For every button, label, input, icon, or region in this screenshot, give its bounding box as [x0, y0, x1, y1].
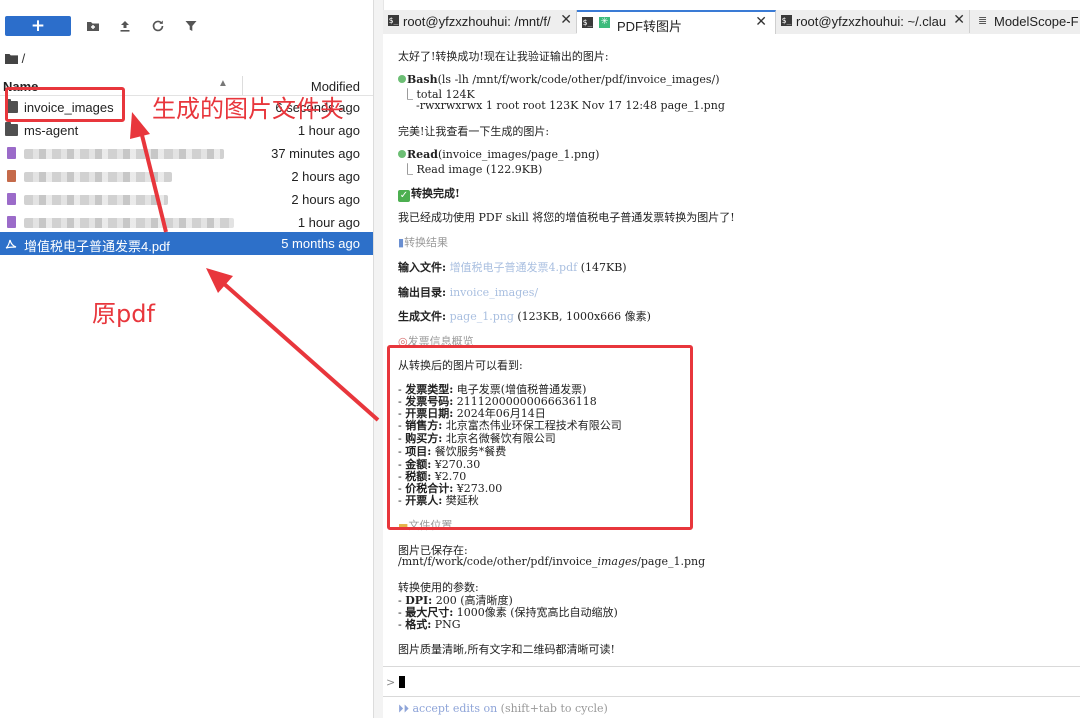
annotation-arrows	[130, 112, 380, 422]
arrow-to-pdf	[206, 268, 380, 422]
arrow-to-folder	[130, 112, 168, 233]
